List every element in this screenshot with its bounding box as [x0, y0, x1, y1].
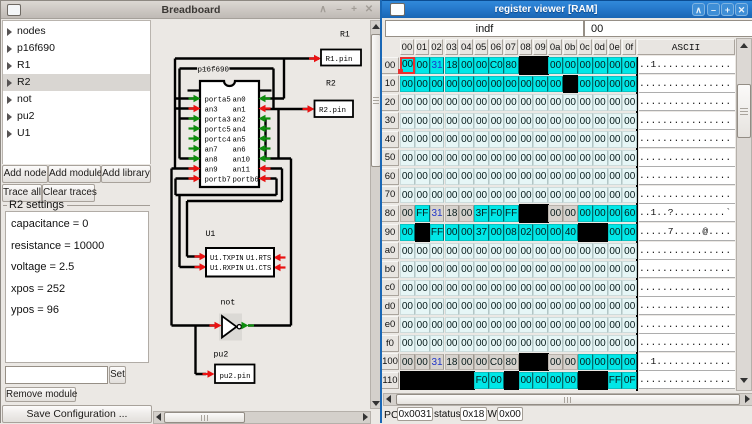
svg-text:an7: an7 — [205, 146, 218, 154]
svg-text:U1: U1 — [206, 230, 216, 239]
svg-text:R1: R1 — [340, 31, 350, 40]
svg-text:R2: R2 — [326, 80, 336, 89]
svg-text:portb7: portb7 — [205, 176, 231, 184]
svg-text:an9: an9 — [205, 166, 218, 174]
svg-text:portb6: portb6 — [233, 176, 259, 184]
svg-text:an4: an4 — [233, 126, 247, 134]
svg-text:portc4: portc4 — [205, 136, 232, 144]
svg-text:an2: an2 — [233, 116, 246, 124]
svg-text:porta5: porta5 — [205, 96, 231, 104]
svg-text:an11: an11 — [233, 166, 251, 174]
svg-text:an5: an5 — [233, 136, 246, 144]
svg-text:U1.RTS: U1.RTS — [246, 255, 271, 263]
svg-text:R2.pin: R2.pin — [319, 107, 346, 115]
svg-text:pu2.pin: pu2.pin — [220, 373, 251, 381]
svg-text:an1: an1 — [233, 106, 247, 114]
svg-text:an3: an3 — [205, 106, 218, 114]
svg-text:U1.TXPIN: U1.TXPIN — [210, 255, 244, 263]
svg-text:U1.RXPIN: U1.RXPIN — [210, 265, 244, 273]
svg-text:p16f690: p16f690 — [198, 66, 230, 74]
svg-text:an6: an6 — [233, 146, 246, 154]
svg-text:pu2: pu2 — [214, 351, 229, 360]
svg-text:not: not — [221, 299, 236, 308]
svg-text:portc5: portc5 — [205, 126, 231, 134]
svg-text:an10: an10 — [233, 156, 251, 164]
svg-text:an8: an8 — [205, 156, 218, 164]
svg-text:an0: an0 — [233, 96, 246, 104]
svg-text:U1.CTS: U1.CTS — [246, 265, 271, 273]
svg-text:R1.pin: R1.pin — [326, 56, 353, 64]
svg-text:porta3: porta3 — [205, 116, 231, 124]
